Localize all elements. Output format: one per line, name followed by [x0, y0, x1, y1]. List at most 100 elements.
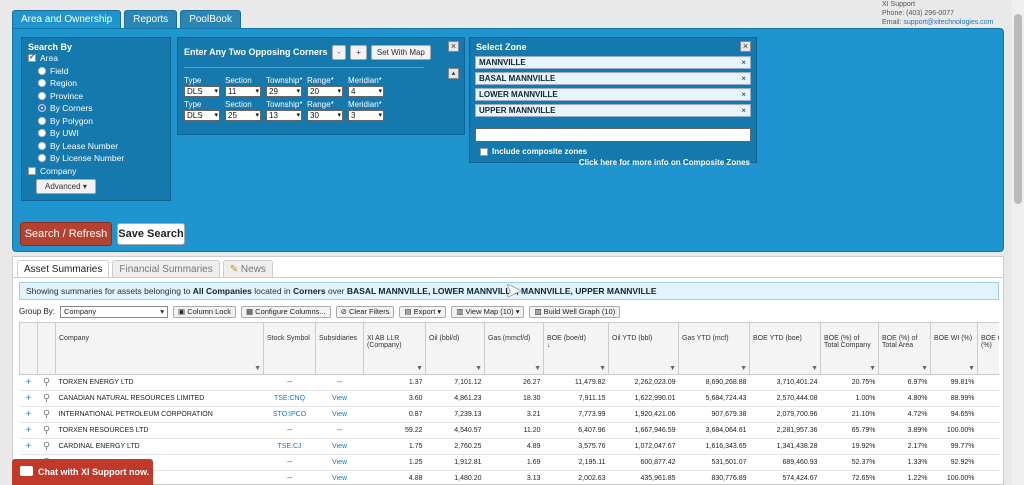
collapse-icon[interactable]: ▴	[448, 68, 459, 79]
filter-icon[interactable]: ▼	[921, 365, 928, 372]
col-boe-pct-company[interactable]: BOE (%) of Total Company ▼	[820, 322, 879, 375]
table-row[interactable]: +⚲--View4.881,480.203.132,002.63435,961.…	[19, 470, 999, 485]
page-scrollbar[interactable]	[1012, 0, 1024, 485]
search-refresh-button[interactable]: Search / Refresh	[20, 222, 112, 246]
corner1-type-select[interactable]: DLS	[184, 86, 220, 97]
col-subsidiaries[interactable]: Subsidiaries	[315, 322, 364, 375]
remove-corner-button[interactable]: -	[331, 44, 347, 60]
radio-icon[interactable]	[38, 129, 46, 138]
tab-reports[interactable]: Reports	[124, 10, 178, 28]
option-by-corners[interactable]: By Corners	[28, 102, 164, 115]
save-search-button[interactable]: Save Search	[117, 223, 185, 245]
remove-zone-icon[interactable]: ×	[741, 89, 746, 100]
cell[interactable]: TSE:CJ	[263, 438, 316, 455]
option-by-polygon[interactable]: By Polygon	[28, 115, 164, 128]
corner2-range-select[interactable]: 30	[307, 110, 343, 121]
composite-info-link[interactable]: Click here for more info on Composite Zo…	[579, 158, 750, 167]
set-with-map-button[interactable]: Set With Map	[370, 44, 431, 60]
table-row[interactable]: +⚲--View1.251,912.811.692,195.11600,877.…	[19, 454, 999, 471]
add-corner-button[interactable]: +	[350, 44, 367, 60]
remove-zone-icon[interactable]: ×	[741, 105, 746, 116]
cell[interactable]: TSE:CNQ	[263, 390, 316, 407]
table-row[interactable]: + ⚲ INTERNATIONAL PETROLEUM CORPORATION STO…	[19, 406, 999, 423]
option-by-license[interactable]: By License Number	[28, 152, 164, 165]
remove-zone-icon[interactable]: ×	[741, 57, 746, 68]
col-boe[interactable]: BOE (boe/d) ↓ ▼	[543, 322, 609, 375]
include-composite-option[interactable]: Include composite zones	[480, 147, 587, 156]
radio-icon[interactable]	[38, 91, 46, 100]
table-row[interactable]: + ⚲ CANADIAN NATURAL RESOURCES LIMITED TSE:…	[19, 390, 999, 407]
filter-icon[interactable]: ▼	[968, 365, 975, 372]
composite-checkbox[interactable]	[480, 147, 488, 156]
expand-icon[interactable]: +	[19, 422, 38, 439]
col-stock-symbol[interactable]: Stock Symbol	[263, 322, 316, 375]
filter-icon[interactable]: ▼	[416, 365, 423, 372]
tab-poolbook[interactable]: PoolBook	[180, 10, 241, 28]
option-field[interactable]: Field	[28, 65, 164, 78]
company-checkbox[interactable]	[28, 166, 36, 175]
cell[interactable]: View	[315, 438, 364, 455]
col-boe-wi[interactable]: BOE WI (%) ▼	[930, 322, 978, 375]
filter-icon[interactable]: ▼	[599, 365, 606, 372]
col-boe-pct-area[interactable]: BOE (%) of Total Area ▼	[878, 322, 931, 375]
col-oil-ytd[interactable]: Oil YTD (bbl) ▼	[608, 322, 679, 375]
radio-icon[interactable]	[38, 79, 46, 88]
group-by-select[interactable]: Company	[60, 305, 169, 318]
col-company[interactable]: Company ▼	[55, 322, 264, 375]
corner1-range-select[interactable]: 20	[307, 86, 343, 97]
corner1-township-select[interactable]: 29	[266, 86, 302, 97]
corner2-meridian-select[interactable]: 3	[348, 110, 384, 121]
cell[interactable]: STO:IPCO	[263, 406, 316, 423]
col-gas[interactable]: Gas (mmcf/d) ▼	[484, 322, 544, 375]
zoom-icon[interactable]: ⚲	[37, 422, 56, 439]
search-area-option[interactable]: Area	[28, 52, 164, 65]
radio-icon[interactable]	[38, 154, 46, 163]
zoom-icon[interactable]: ⚲	[37, 390, 56, 407]
search-company-option[interactable]: Company	[28, 165, 164, 178]
expand-icon[interactable]: +	[19, 406, 38, 423]
column-lock-button[interactable]: ▣ Column Lock	[173, 305, 236, 318]
radio-icon[interactable]	[38, 116, 46, 125]
tab-asset-summaries[interactable]: Asset Summaries	[17, 260, 110, 277]
area-checkbox[interactable]	[28, 52, 36, 63]
configure-columns-button[interactable]: ▦ Configure Columns...	[240, 305, 331, 318]
tab-news[interactable]: ✎ News	[222, 260, 273, 277]
filter-icon[interactable]: ▼	[869, 365, 876, 372]
radio-selected-icon[interactable]	[38, 104, 46, 113]
radio-icon[interactable]	[38, 66, 46, 75]
corner1-section-select[interactable]: 11	[225, 86, 261, 97]
filter-icon[interactable]: ▼	[740, 365, 747, 372]
corner2-township-select[interactable]: 13	[266, 110, 302, 121]
cell[interactable]: View	[315, 470, 364, 485]
filter-icon[interactable]: ▼	[669, 365, 676, 372]
col-boe-oper[interactable]: BOE Oper (%)▼	[977, 322, 999, 375]
cell[interactable]: View	[315, 390, 364, 407]
zoom-icon[interactable]: ⚲	[37, 438, 56, 455]
col-oil[interactable]: Oil (bbl/d) ▼	[425, 322, 485, 375]
clear-filters-button[interactable]: ⊘ Clear Filters	[335, 305, 395, 318]
option-region[interactable]: Region	[28, 77, 164, 90]
option-province[interactable]: Province	[28, 90, 164, 103]
radio-icon[interactable]	[38, 141, 46, 150]
tab-financial-summaries[interactable]: Financial Summaries	[112, 260, 220, 277]
col-boe-ytd[interactable]: BOE YTD (boe) ▼	[749, 322, 821, 375]
option-by-uwi[interactable]: By UWI	[28, 127, 164, 140]
advanced-button[interactable]: Advanced ▾	[36, 179, 96, 194]
corner2-section-select[interactable]: 25	[225, 110, 261, 121]
build-well-graph-button[interactable]: ▧ Build Well Graph (10)	[529, 305, 621, 318]
table-row[interactable]: + ⚲ TORXEN ENERGY LTD -- -- 1.37 7,101.12 26.27…	[19, 374, 999, 391]
tab-area-ownership[interactable]: Area and Ownership	[12, 10, 122, 28]
contact-email-link[interactable]: support@xitechnologies.com	[903, 19, 993, 26]
filter-icon[interactable]: ▼	[534, 365, 541, 372]
chat-support-button[interactable]: Chat with XI Support now.	[12, 459, 153, 485]
table-row[interactable]: + ⚲ TORXEN RESOURCES LTD -- -- 59.22 4,540.57 1…	[19, 422, 999, 439]
expand-icon[interactable]: +	[19, 438, 38, 455]
close-icon[interactable]: ×	[740, 41, 751, 52]
scroll-thumb[interactable]	[1014, 14, 1022, 204]
filter-icon[interactable]: ▼	[811, 365, 818, 372]
expand-icon[interactable]: +	[19, 390, 38, 407]
col-llr[interactable]: XI AB LLR (Company) ▼	[363, 322, 426, 375]
corner1-meridian-select[interactable]: 4	[348, 86, 384, 97]
view-map-button[interactable]: ▥ View Map (10) ▾	[451, 305, 525, 318]
option-by-lease[interactable]: By Lease Number	[28, 140, 164, 153]
